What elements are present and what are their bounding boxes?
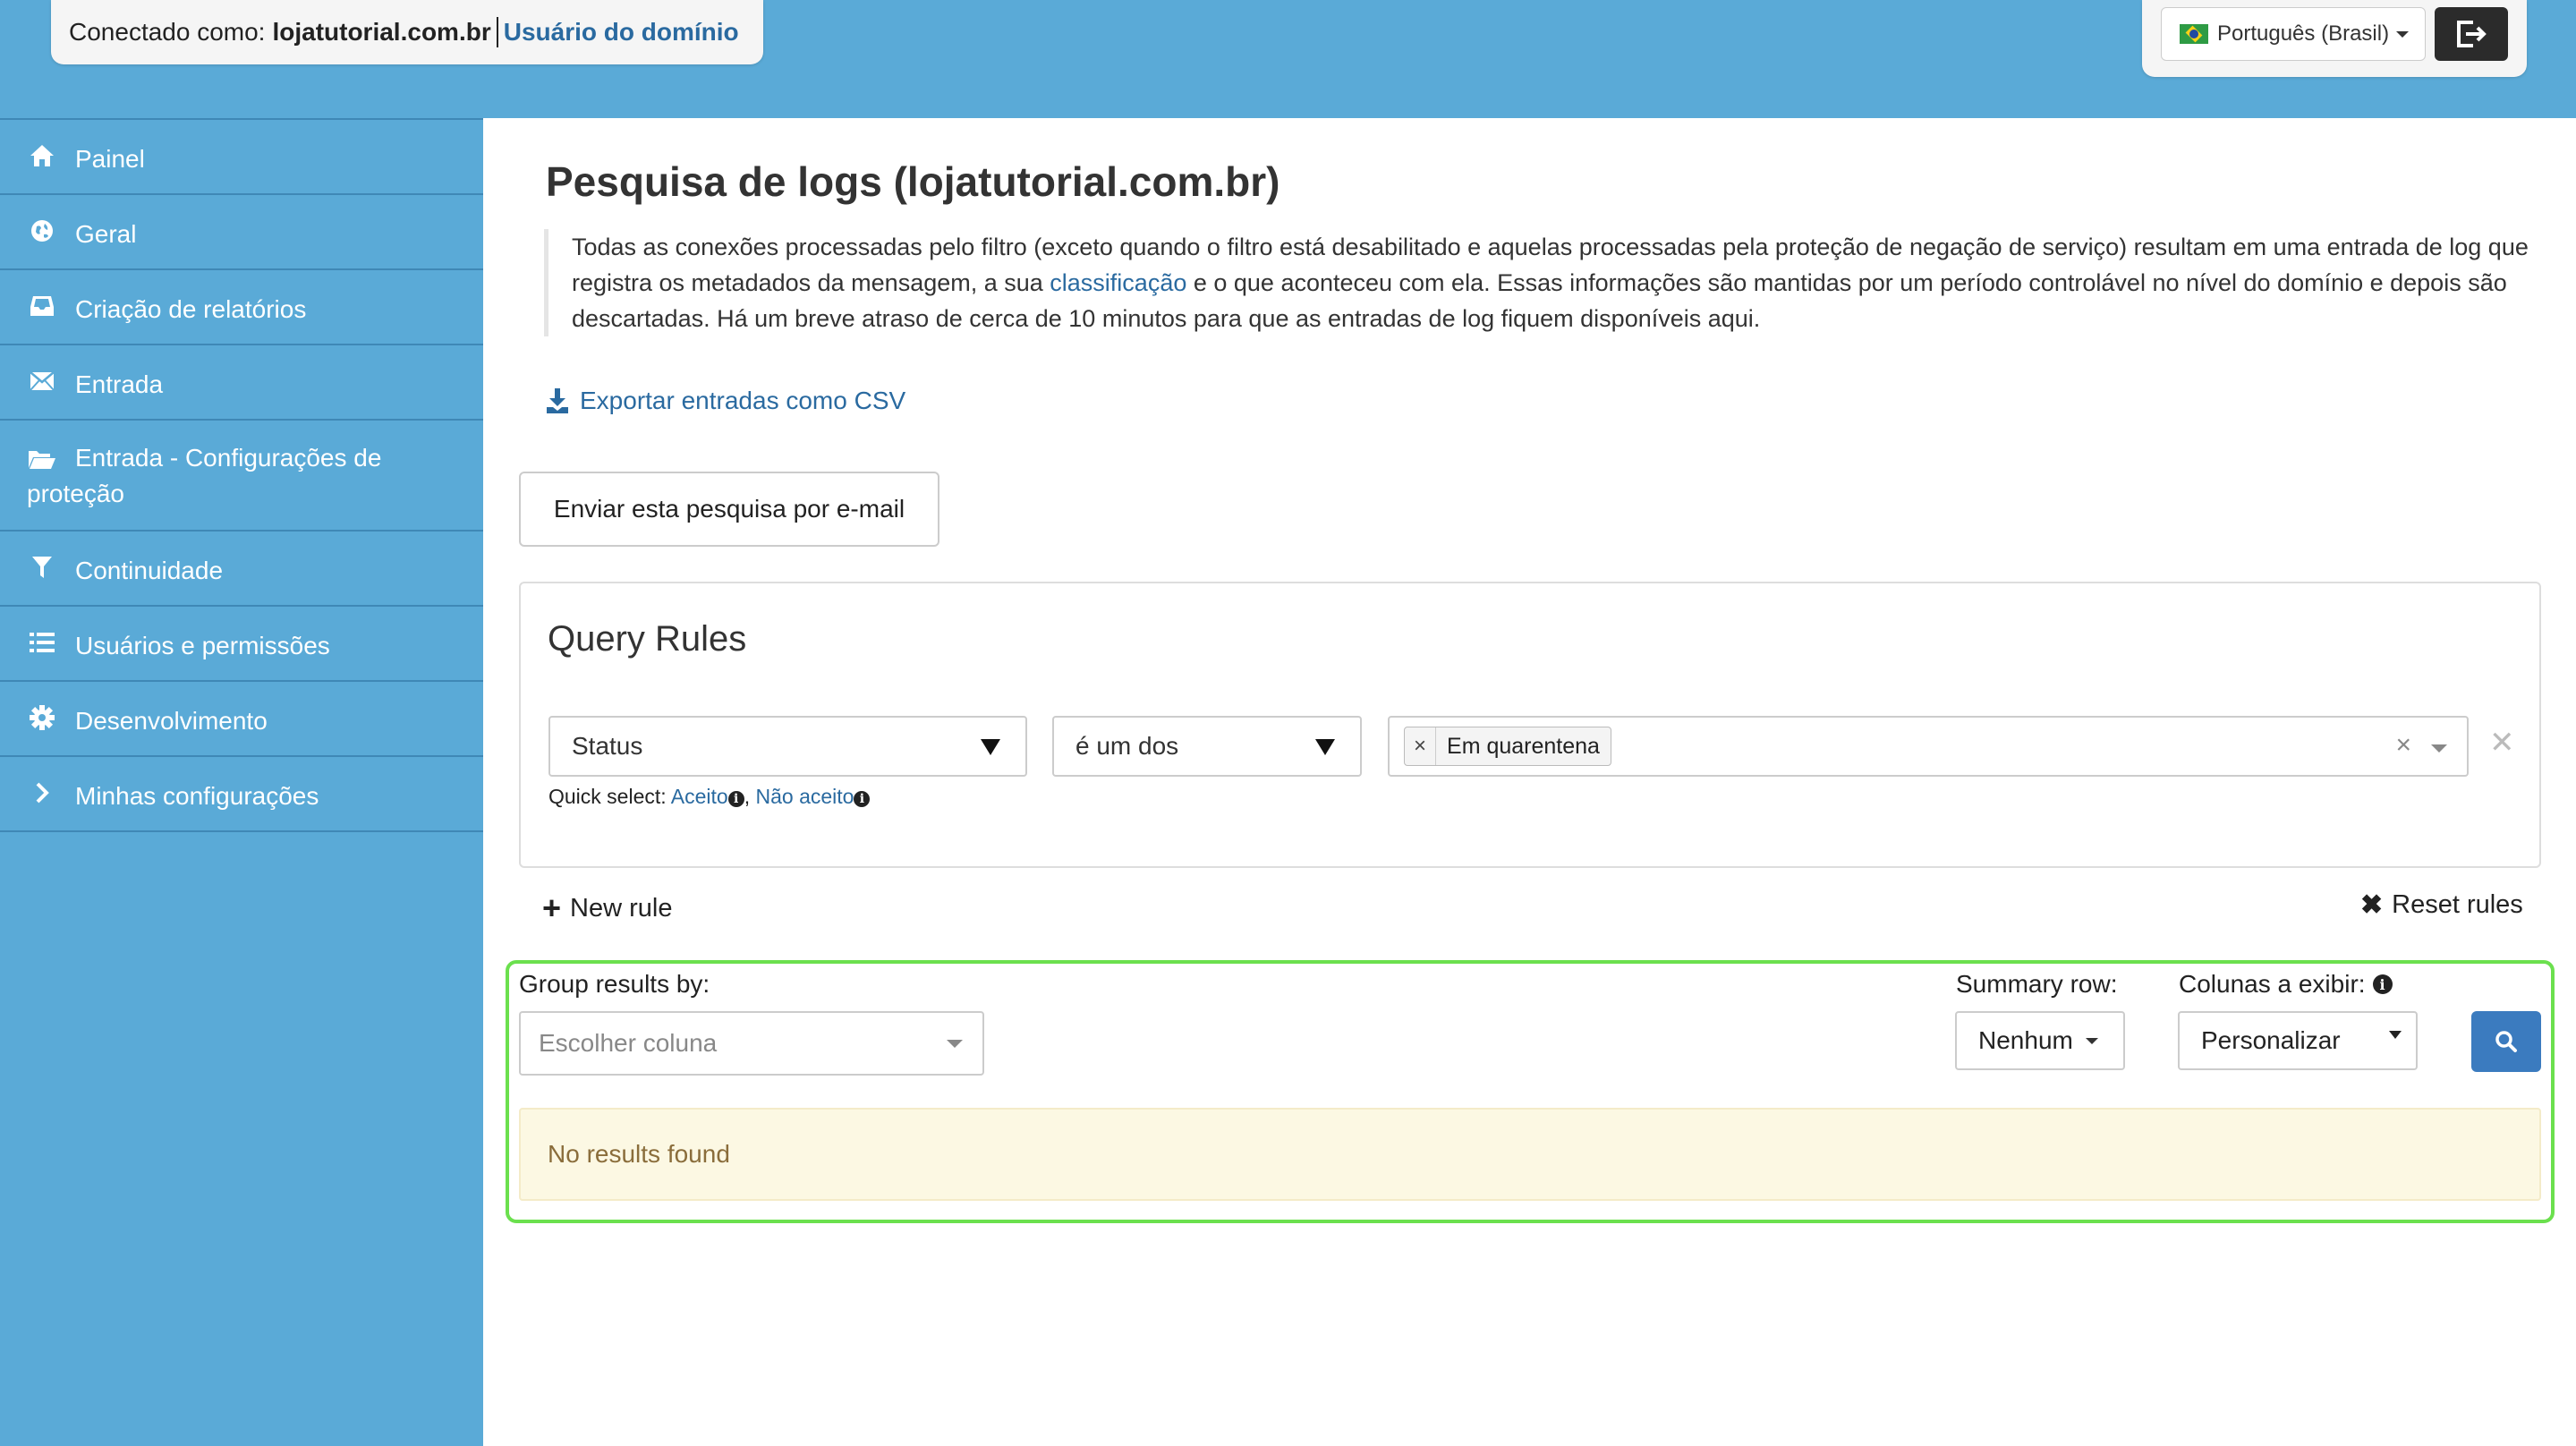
clear-selection-button[interactable]: × [2395, 730, 2411, 761]
selected-tag: × Em quarentena [1404, 727, 1611, 766]
columns-select[interactable]: Personalizar [2178, 1011, 2418, 1070]
search-button[interactable] [2471, 1011, 2541, 1072]
sidebar-item-label: Continuidade [75, 557, 224, 584]
reset-rules-button[interactable]: ✖ Reset rules [2360, 889, 2523, 921]
plus-icon: + [542, 889, 562, 926]
download-icon [547, 388, 568, 413]
sidebar-item-label: Criação de relatórios [75, 295, 307, 323]
sidebar-item-label: Usuários e permissões [75, 632, 330, 659]
quick-select-not-accepted-link[interactable]: Não aceito [756, 785, 854, 808]
tag-label: Em quarentena [1447, 733, 1600, 759]
sidebar-divider [0, 830, 483, 832]
remove-rule-button[interactable]: ✕ [2489, 725, 2515, 761]
caret-down-icon [2396, 30, 2410, 38]
info-icon[interactable]: i [2372, 974, 2393, 994]
triangle-down-icon [1315, 739, 1335, 755]
select-arrows-icon [2389, 1031, 2402, 1039]
group-results-label: Group results by: [519, 970, 710, 998]
sidebar-item-minhas-configuracoes[interactable]: Minhas configurações [0, 755, 483, 830]
reset-rules-label: Reset rules [2392, 890, 2523, 919]
language-label: Português (Brasil) [2217, 21, 2390, 46]
sidebar-item-relatorios[interactable]: Criação de relatórios [0, 268, 483, 344]
close-icon: ✖ [2360, 890, 2384, 920]
gear-icon [27, 703, 57, 732]
sidebar: Painel Geral Criação de relatórios Entra… [0, 118, 483, 1446]
rule-value-multiselect[interactable]: × Em quarentena × [1388, 716, 2469, 777]
page-title: Pesquisa de logs (lojatutorial.com.br) [546, 158, 1280, 205]
logout-icon [2457, 21, 2487, 47]
columns-label: Colunas a exibir: [2179, 970, 2366, 998]
sidebar-item-painel[interactable]: Painel [0, 118, 483, 193]
rule-operator-select[interactable]: é um dos [1052, 716, 1362, 777]
connected-label: Conectado como: [69, 18, 266, 46]
filter-icon [27, 553, 57, 582]
list-icon [27, 628, 57, 657]
connected-as-box: Conectado como: lojatutorial.com.br Usuá… [51, 0, 763, 64]
remove-tag-button[interactable]: × [1405, 727, 1437, 765]
query-rules-title: Query Rules [548, 619, 747, 659]
sidebar-item-label: Minhas configurações [75, 782, 319, 810]
sidebar-item-entrada[interactable]: Entrada [0, 344, 483, 419]
rule-field-select[interactable]: Status [548, 716, 1027, 777]
user-role-link[interactable]: Usuário do domínio [504, 18, 739, 47]
search-icon [2495, 1031, 2517, 1052]
brazil-flag-icon [2180, 24, 2208, 44]
sidebar-item-geral[interactable]: Geral [0, 193, 483, 268]
inbox-icon [27, 292, 57, 320]
email-search-button[interactable]: Enviar esta pesquisa por e-mail [519, 472, 939, 547]
group-column-placeholder: Escolher coluna [539, 1029, 718, 1057]
no-results-alert: No results found [519, 1108, 2541, 1201]
new-rule-button[interactable]: + New rule [542, 889, 672, 927]
info-icon[interactable]: i [854, 791, 871, 807]
envelope-icon [27, 367, 57, 396]
chevron-right-icon [27, 778, 57, 807]
sidebar-item-desenvolvimento[interactable]: Desenvolvimento [0, 680, 483, 755]
summary-row-label: Summary row: [1956, 970, 2118, 998]
info-icon[interactable]: i [727, 791, 744, 807]
globe-icon [27, 217, 57, 245]
main-content: Pesquisa de logs (lojatutorial.com.br) T… [483, 118, 2576, 1446]
quick-select: Quick select: Aceito i, Não aceito i [548, 785, 871, 809]
sidebar-item-usuarios[interactable]: Usuários e permissões [0, 605, 483, 680]
group-column-select[interactable]: Escolher coluna [519, 1011, 984, 1076]
language-dropdown[interactable]: Português (Brasil) [2161, 7, 2426, 61]
divider [496, 17, 498, 47]
folder-open-icon [27, 445, 57, 473]
header-actions: Português (Brasil) [2142, 0, 2527, 77]
quick-select-label: Quick select: [548, 785, 667, 808]
export-csv-label: Exportar entradas como CSV [580, 387, 906, 414]
sidebar-item-label: Entrada - Configurações de proteção [27, 444, 382, 507]
columns-label-wrap: Colunas a exibir: i [2179, 970, 2393, 999]
new-rule-label: New rule [570, 893, 673, 923]
connected-domain: lojatutorial.com.br [272, 18, 491, 46]
sidebar-item-entrada-protecao[interactable]: Entrada - Configurações de proteção [0, 419, 483, 530]
sidebar-item-label: Geral [75, 220, 137, 248]
caret-down-icon [947, 1040, 963, 1048]
caret-down-icon[interactable] [2431, 744, 2447, 753]
summary-row-select[interactable]: Nenhum [1955, 1011, 2125, 1070]
rule-field-value: Status [572, 732, 643, 760]
sidebar-item-label: Entrada [75, 370, 164, 398]
rule-operator-value: é um dos [1075, 732, 1179, 760]
page-description: Todas as conexões processadas pelo filtr… [544, 229, 2557, 336]
top-header: Conectado como: lojatutorial.com.br Usuá… [0, 0, 2576, 118]
export-csv-link[interactable]: Exportar entradas como CSV [546, 387, 905, 415]
sidebar-item-label: Desenvolvimento [75, 707, 268, 735]
classification-link[interactable]: classificação [1050, 269, 1186, 296]
quick-select-accepted-link[interactable]: Aceito [671, 785, 728, 808]
columns-value: Personalizar [2201, 1026, 2341, 1054]
caret-down-icon [2085, 1037, 2098, 1044]
summary-row-value: Nenhum [1978, 1026, 2073, 1054]
sidebar-item-continuidade[interactable]: Continuidade [0, 530, 483, 605]
triangle-down-icon [981, 739, 1000, 755]
logout-button[interactable] [2435, 7, 2508, 61]
sidebar-item-label: Painel [75, 145, 145, 173]
home-icon [27, 141, 57, 170]
